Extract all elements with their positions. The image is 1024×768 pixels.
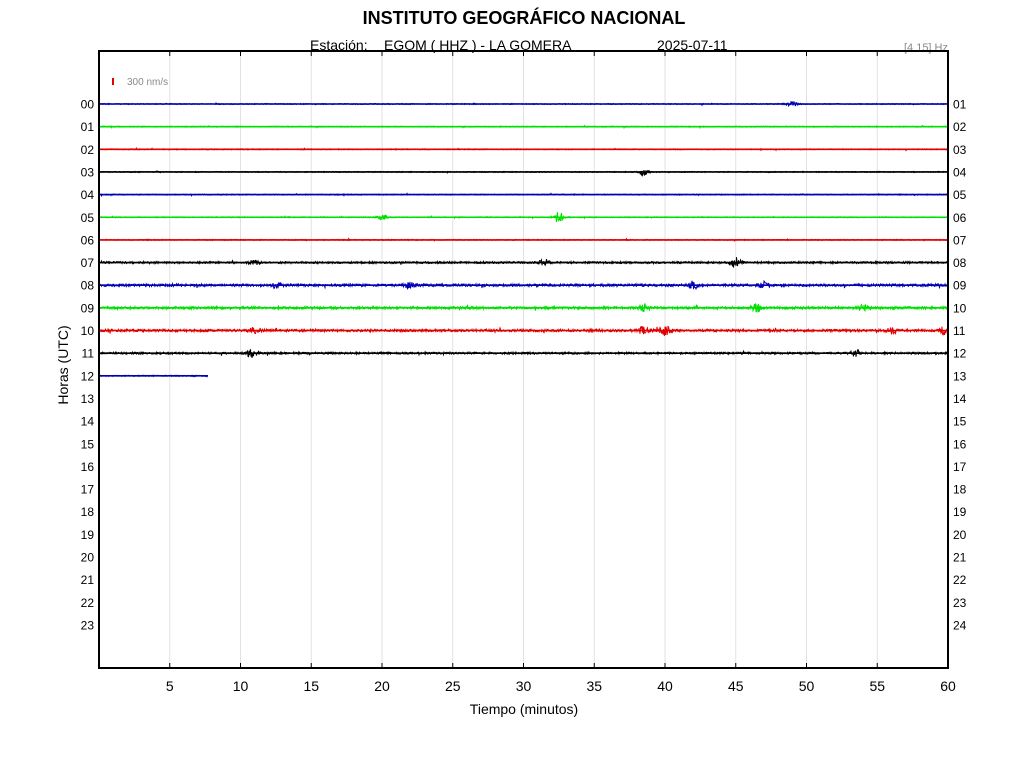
hour-label-left: 15	[81, 437, 95, 451]
hour-label-right: 17	[953, 460, 967, 474]
hour-label-left: 20	[81, 551, 95, 565]
hour-label-left: 02	[81, 143, 95, 157]
amplitude-scale-label: 300 nm/s	[127, 77, 168, 88]
hour-label-left: 03	[81, 165, 95, 179]
hour-label-left: 12	[81, 369, 95, 383]
hour-label-right: 20	[953, 528, 967, 542]
hour-label-right: 01	[953, 98, 967, 112]
hour-label-left: 16	[81, 460, 95, 474]
hour-label-right: 10	[953, 301, 967, 315]
hour-label-right: 13	[953, 369, 967, 383]
hour-label-right: 03	[953, 143, 967, 157]
hour-label-left: 13	[81, 392, 95, 406]
hour-label-right: 05	[953, 188, 967, 202]
hour-label-right: 21	[953, 551, 967, 565]
hour-label-left: 01	[81, 120, 95, 134]
x-tick-label: 45	[728, 678, 744, 694]
hour-label-right: 04	[953, 165, 967, 179]
hour-label-left: 05	[81, 211, 95, 225]
hour-label-right: 18	[953, 483, 967, 497]
hour-label-left: 14	[81, 415, 95, 429]
hour-label-left: 19	[81, 528, 95, 542]
x-tick-label: 35	[586, 678, 602, 694]
hour-label-right: 14	[953, 392, 967, 406]
hour-label-left: 08	[81, 279, 95, 293]
hour-label-right: 16	[953, 437, 967, 451]
x-tick-label: 40	[657, 678, 673, 694]
x-tick-label: 5	[166, 678, 174, 694]
hour-label-left: 09	[81, 301, 95, 315]
hour-label-left: 17	[81, 483, 95, 497]
hour-label-right: 02	[953, 120, 967, 134]
hour-label-right: 08	[953, 256, 967, 270]
x-tick-label: 20	[374, 678, 390, 694]
hour-label-right: 07	[953, 233, 967, 247]
hour-label-left: 21	[81, 573, 95, 587]
hour-label-right: 23	[953, 596, 967, 610]
hour-label-right: 22	[953, 573, 967, 587]
hour-label-left: 07	[81, 256, 95, 270]
x-tick-label: 30	[516, 678, 532, 694]
hour-label-right: 24	[953, 618, 967, 632]
x-tick-label: 60	[940, 678, 956, 694]
hour-label-right: 19	[953, 505, 967, 519]
hour-label-left: 10	[81, 324, 95, 338]
hour-label-right: 12	[953, 347, 967, 361]
hour-label-right: 11	[953, 324, 966, 338]
hour-label-left: 22	[81, 596, 95, 610]
hour-label-right: 09	[953, 279, 967, 293]
x-tick-label: 10	[233, 678, 249, 694]
hour-label-left: 18	[81, 505, 95, 519]
hour-label-right: 06	[953, 211, 967, 225]
x-tick-label: 25	[445, 678, 461, 694]
hour-label-left: 06	[81, 233, 95, 247]
hour-label-left: 11	[82, 347, 95, 361]
y-axis-label: Horas (UTC)	[55, 325, 71, 404]
hour-label-left: 00	[81, 98, 95, 112]
hour-label-right: 15	[953, 415, 967, 429]
x-tick-label: 15	[303, 678, 319, 694]
seismogram-chart: 00 01 02 03 04 05 06 07 08 09 10 11 12 13 14 15 16 17 18 19…	[55, 50, 967, 717]
hour-label-left: 04	[81, 188, 95, 202]
x-tick-label: 50	[799, 678, 815, 694]
hour-label-left: 23	[81, 618, 95, 632]
x-axis-label: Tiempo (minutos)	[470, 701, 578, 717]
x-tick-label: 55	[869, 678, 885, 694]
